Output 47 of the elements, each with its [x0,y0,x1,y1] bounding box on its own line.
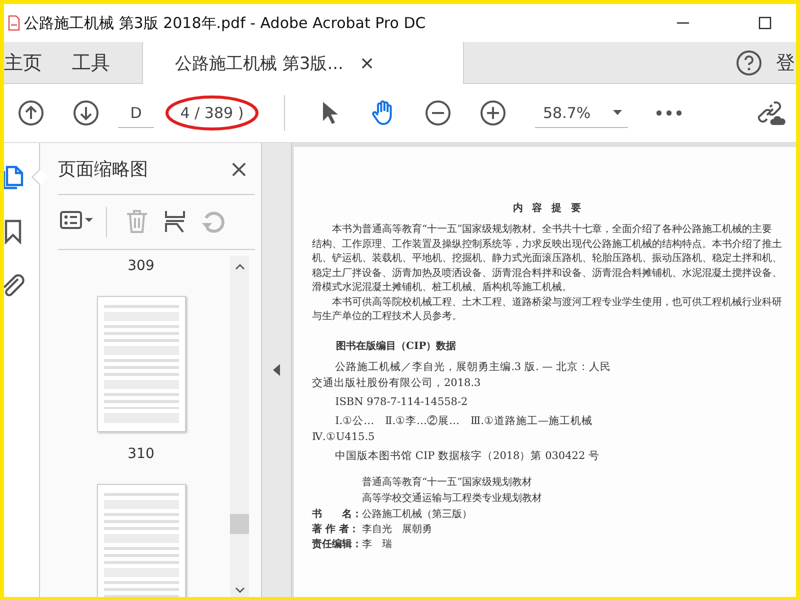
caret-down-icon [612,110,622,115]
pdf-file-icon [8,15,20,31]
collapse-panel-icon[interactable] [273,364,280,376]
panel-title: 页面缩略图 [58,158,148,180]
detail-label: 著 作 者： [312,522,360,536]
cip-heading: 图书在版编目（CIP）数据 [336,340,458,352]
close-panel-button[interactable]: × [228,154,255,182]
series-line: 高等学校交通运输与工程类专业规划教材 [362,492,543,506]
scroll-thumb[interactable] [230,514,249,534]
scroll-up-icon[interactable] [234,264,244,270]
series-line: 普通高等教育“十一五”国家级规划教材 [362,476,534,490]
window-title: 公路施工机械 第3版 2018年.pdf - Adobe Acrobat Pro DC [24,14,426,32]
cip-line: Ⅰ.①公… Ⅱ.①李…②展… Ⅲ.①道路施工—施工机械 Ⅳ.①U415.5 [312,414,594,444]
maximize-icon[interactable] [758,16,772,30]
tab[interactable]: 公路施工机械 第3版... × [142,42,464,84]
more-icon[interactable] [656,110,682,116]
page-thumbnail[interactable] [96,484,186,597]
tab[interactable]: 工具 [72,42,126,83]
detail-value: 公路施工机械（第三版） [362,508,472,522]
sign-in-link[interactable]: 登 [776,50,795,76]
help-icon[interactable] [736,50,762,76]
arrow-up-circle-icon[interactable] [18,100,44,126]
extract-pages-icon[interactable] [163,209,187,235]
close-tab-button[interactable]: × [359,52,375,74]
body-paragraph: 本书为普通高等教育“十一五”国家级规划教材。全书共十七章，全面介绍了各种公路施工机械的主要结构、工作原理、工作装置及操纵控制系统等，力求反映出现代公路施工机械的结构特点。本书介绍了推土机、铲运机、装载机、平地机、挖掘机、静力式光面滚压路机、轮胎压路机、振动压路机、稳定土拌和机、稳定土厂拌设备、沥青加热及喷洒设备、沥青混合料拌和设备、沥青混合料摊铺机、水泥混凝土搅拌设备、滑模式水泥混凝土摊铺机、桩工机械、盾构机等施工机械。 [312,223,782,295]
detail-value: 李 瑞 [362,538,392,552]
page-number-label: 309 [128,258,154,274]
detail-value: 李自光 展朝勇 [362,522,432,536]
tab[interactable]: 主页 [4,42,58,83]
cip-line: 中国版本图书馆 CIP 数据核字（2018）第 030422 号 [334,448,600,464]
cip-line: 公路施工机械／李自光，展朝勇主编.3 版. — 北京：人民交通出版社股份有限公司，2018.3 [312,360,612,390]
page-number-label: 310 [128,446,154,462]
scroll-down-icon[interactable] [234,587,244,593]
zoom-dropdown[interactable]: 58.7% [535,98,628,128]
arrow-down-circle-icon[interactable] [73,100,99,126]
detail-label: 责任编辑： [312,538,362,552]
page-thumbnails-icon[interactable] [4,164,26,192]
zoom-in-icon[interactable] [480,100,506,126]
page-count: 4 / 389 ) [180,104,244,122]
body-paragraph: 本书可供高等院校机械工程、土木工程、道路桥梁与渡河工程专业学生使用，也可供工程机械行业科研与生产单位的工程技术人员参考。 [312,296,782,324]
page-heading: 内 容 提 要 [512,201,582,215]
scrollbar[interactable] [230,256,249,597]
cip-line: ISBN 978-7-114-14558-2 [334,394,469,410]
page-thumbnail[interactable] [96,296,186,432]
detail-label: 书 名： [312,508,362,522]
zoom-out-icon[interactable] [425,100,451,126]
link-cloud-icon[interactable] [756,99,788,127]
